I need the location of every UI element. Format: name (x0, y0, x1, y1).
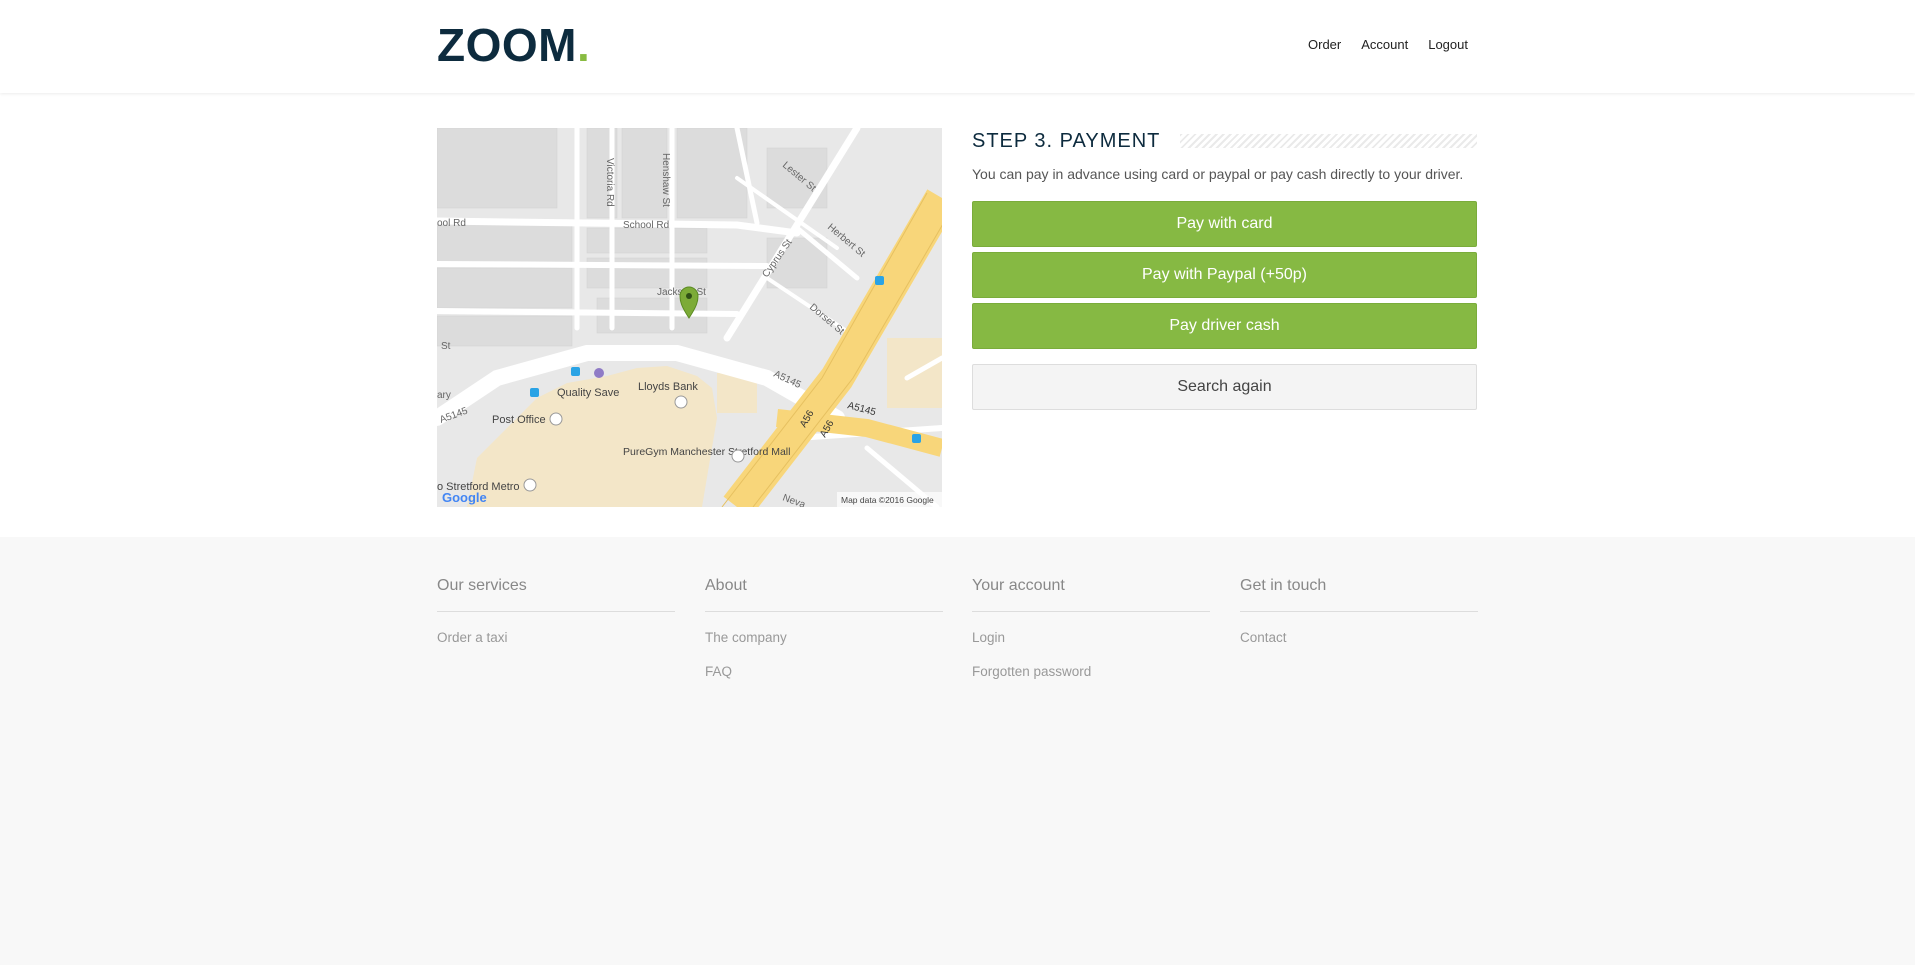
footer-link-order-taxi[interactable]: Order a taxi (437, 630, 675, 664)
map-label-victoria-rd: Victoria Rd (604, 158, 615, 207)
footer-link-forgotten-password[interactable]: Forgotten password (972, 664, 1210, 698)
zoom-logo[interactable]: ZOOM. (437, 22, 590, 68)
step-heading: STEP 3. PAYMENT (972, 128, 1477, 154)
site-footer: Our services Order a taxi About The comp… (0, 537, 1915, 965)
map-label-st: St (441, 341, 451, 352)
footer-link-login[interactable]: Login (972, 630, 1210, 664)
map-poi-lloyds-bank: Lloyds Bank (638, 381, 698, 393)
footer-column-about: About The company FAQ (705, 577, 943, 698)
footer-column-services: Our services Order a taxi (437, 577, 675, 664)
payment-description: You can pay in advance using card or pay… (972, 166, 1464, 182)
map-poi-post-office: Post Office (492, 414, 546, 426)
nav-account-link[interactable]: Account (1361, 37, 1408, 52)
google-logo: Google (442, 490, 487, 505)
footer-link-the-company[interactable]: The company (705, 630, 943, 664)
pay-with-card-button[interactable]: Pay with card (972, 201, 1477, 247)
pay-driver-cash-button[interactable]: Pay driver cash (972, 303, 1477, 349)
location-map[interactable]: Victoria Rd Henshaw St Lester St School … (437, 128, 942, 507)
footer-heading: About (705, 577, 943, 612)
map-poi-puregym: PureGym Manchester Stretford Mall (623, 446, 790, 458)
footer-heading: Get in touch (1240, 577, 1478, 612)
nav-logout-link[interactable]: Logout (1428, 37, 1468, 52)
map-label-school-rd: School Rd (623, 220, 669, 231)
top-nav: Order Account Logout (1308, 37, 1488, 52)
title-stripe-divider (1180, 134, 1477, 148)
footer-link-contact[interactable]: Contact (1240, 630, 1478, 664)
map-poi-quality-save: Quality Save (557, 387, 619, 399)
nav-order-link[interactable]: Order (1308, 37, 1341, 52)
payment-panel: STEP 3. PAYMENT You can pay in advance u… (972, 128, 1477, 410)
map-label-ary: ary (437, 390, 451, 401)
main-content (0, 93, 1915, 537)
map-attribution[interactable]: Map data ©2016 Google (841, 495, 934, 505)
footer-heading: Our services (437, 577, 675, 612)
footer-heading: Your account (972, 577, 1210, 612)
map-canvas[interactable]: Victoria Rd Henshaw St Lester St School … (437, 128, 942, 507)
pay-with-paypal-button[interactable]: Pay with Paypal (+50p) (972, 252, 1477, 298)
map-label-henshaw-st: Henshaw St (660, 153, 671, 207)
search-again-button[interactable]: Search again (972, 364, 1477, 410)
footer-column-account: Your account Login Forgotten password (972, 577, 1210, 698)
footer-column-contact: Get in touch Contact (1240, 577, 1478, 664)
map-label-school-rd-left: ool Rd (437, 218, 466, 229)
footer-link-faq[interactable]: FAQ (705, 664, 943, 698)
site-header: ZOOM. Order Account Logout (0, 0, 1915, 93)
step-title: STEP 3. PAYMENT (972, 129, 1161, 152)
